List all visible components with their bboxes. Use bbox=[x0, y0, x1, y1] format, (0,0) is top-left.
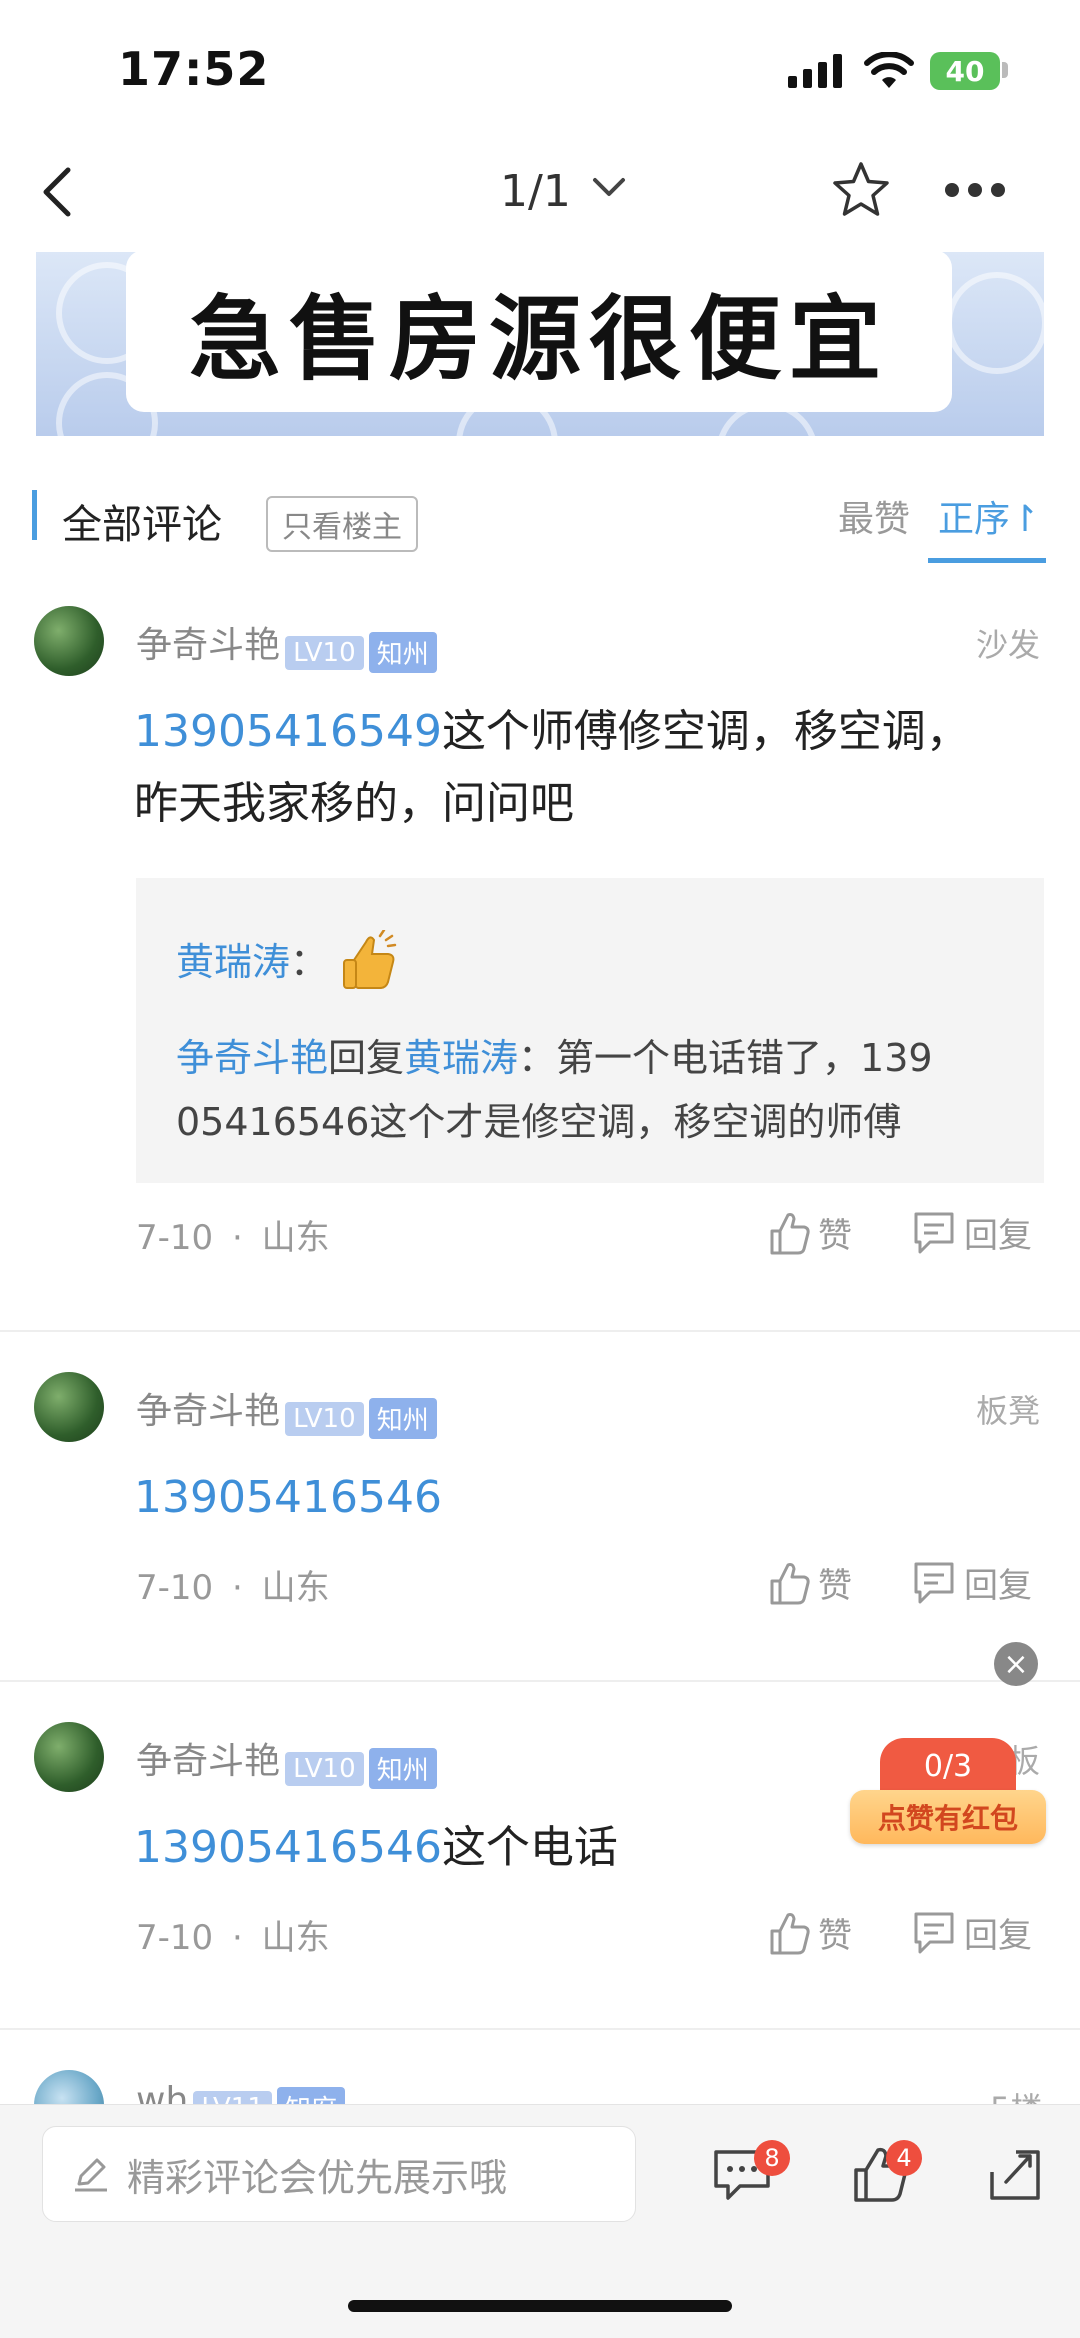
red-packet-label[interactable]: 点赞有红包 bbox=[850, 1790, 1046, 1844]
star-icon[interactable] bbox=[830, 160, 892, 220]
phone-link[interactable]: 13905416546 bbox=[134, 1472, 442, 1523]
share-icon[interactable] bbox=[986, 2146, 1042, 2204]
back-icon[interactable] bbox=[40, 166, 74, 218]
username[interactable]: 争奇斗艳 bbox=[136, 1741, 280, 1782]
comment-location: 山东 bbox=[261, 1568, 330, 1608]
comment-date: 7-10 bbox=[136, 1918, 214, 1958]
comment-count-badge: 8 bbox=[754, 2140, 790, 2176]
reply-label: 回复 bbox=[964, 1216, 1032, 1256]
like-button[interactable]: 赞 bbox=[768, 1558, 852, 1607]
floor-label: 沙发 bbox=[976, 626, 1041, 664]
reply-username[interactable]: 争奇斗艳 bbox=[176, 1036, 328, 1080]
comment-location: 山东 bbox=[261, 1918, 330, 1958]
comment-user-row: 争奇斗艳 LV10 知州 bbox=[136, 1732, 437, 1789]
pencil-icon bbox=[75, 2158, 107, 2192]
like-icon bbox=[770, 1562, 810, 1604]
divider bbox=[0, 1680, 1080, 1682]
close-icon[interactable]: × bbox=[994, 1642, 1038, 1686]
banner-title: 急售房源很便宜 bbox=[126, 250, 952, 412]
reply-label: 回复 bbox=[964, 1916, 1032, 1956]
comment-user-row: 争奇斗艳 LV10 知州 bbox=[136, 1382, 437, 1439]
reply-label: 回复 bbox=[964, 1566, 1032, 1606]
like-count-badge: 4 bbox=[886, 2140, 922, 2176]
reply-button[interactable]: 回复 bbox=[912, 1208, 1032, 1257]
comment-date: 7-10 bbox=[136, 1568, 214, 1608]
reply-button[interactable]: 回复 bbox=[912, 1908, 1032, 1957]
level-badge: LV10 bbox=[285, 635, 364, 670]
reply-text: ：第一个电话错了，139 bbox=[518, 1036, 933, 1080]
comment-date: 7-10 bbox=[136, 1218, 214, 1258]
page-indicator[interactable]: 1/1 bbox=[500, 166, 571, 217]
like-label: 赞 bbox=[818, 1566, 852, 1606]
rank-badge: 知州 bbox=[368, 1398, 437, 1439]
username[interactable]: 争奇斗艳 bbox=[136, 625, 280, 666]
divider bbox=[0, 1330, 1080, 1332]
sort-hot-tab[interactable]: 最赞 bbox=[838, 490, 910, 542]
banner-decoration bbox=[946, 272, 1044, 374]
more-icon[interactable] bbox=[944, 182, 1006, 198]
like-button[interactable]: 赞 bbox=[768, 1908, 852, 1957]
reply-mid: 回复 bbox=[328, 1036, 405, 1080]
battery-tip bbox=[1002, 62, 1008, 78]
reply-line: 黄瑞涛： bbox=[176, 930, 328, 994]
sort-asc-tab[interactable]: 正序↾ bbox=[938, 490, 1040, 542]
comment-text-rest: 这个电话 bbox=[441, 1822, 618, 1873]
signal-icon bbox=[788, 54, 842, 88]
comment-icon bbox=[914, 1912, 954, 1953]
comment-icon bbox=[914, 1212, 954, 1253]
like-icon bbox=[770, 1912, 810, 1954]
avatar[interactable] bbox=[34, 1372, 104, 1442]
section-title: 全部评论 bbox=[62, 502, 222, 548]
home-indicator bbox=[348, 2300, 732, 2312]
sort-active-indicator bbox=[928, 558, 1046, 563]
battery-indicator: 40 bbox=[930, 52, 1000, 90]
chevron-down-icon[interactable] bbox=[592, 176, 626, 198]
comment-text-line2: 昨天我家移的，问问吧 bbox=[134, 778, 574, 829]
meta-dot: · bbox=[231, 1918, 243, 1958]
comment-meta: 7-10 · 山东 bbox=[136, 1910, 330, 1959]
divider bbox=[0, 2028, 1080, 2030]
wifi-icon bbox=[864, 52, 914, 88]
reply-username[interactable]: 黄瑞涛 bbox=[176, 940, 290, 984]
status-time: 17:52 bbox=[118, 42, 270, 96]
level-badge: LV10 bbox=[285, 1751, 364, 1786]
comment-input[interactable]: 精彩评论会优先展示哦 bbox=[42, 2126, 636, 2222]
meta-dot: · bbox=[231, 1568, 243, 1608]
like-button[interactable]: 赞 bbox=[768, 1208, 852, 1257]
section-accent-bar bbox=[32, 490, 37, 540]
comment-meta: 7-10 · 山东 bbox=[136, 1560, 330, 1609]
reply-separator: ： bbox=[290, 940, 329, 984]
avatar[interactable] bbox=[34, 1722, 104, 1792]
reply-line: 争奇斗艳回复黄瑞涛：第一个电话错了，139 05416546这个才是修空调，移空… bbox=[176, 1026, 1006, 1154]
comment-text: 13905416546这个电话 bbox=[134, 1812, 618, 1884]
like-label: 赞 bbox=[818, 1916, 852, 1956]
phone-link[interactable]: 13905416546 bbox=[134, 1822, 442, 1873]
comment-icon bbox=[914, 1562, 954, 1603]
comment-text: 13905416546 bbox=[134, 1462, 442, 1534]
reply-target[interactable]: 黄瑞涛 bbox=[404, 1036, 518, 1080]
floor-label: 板凳 bbox=[976, 1392, 1041, 1430]
red-packet-count[interactable]: 0/3 bbox=[880, 1738, 1016, 1794]
comment-user-row: 争奇斗艳 LV10 知州 bbox=[136, 616, 437, 673]
only-op-button[interactable]: 只看楼主 bbox=[266, 496, 418, 552]
like-icon bbox=[770, 1212, 810, 1254]
comment-meta: 7-10 · 山东 bbox=[136, 1210, 330, 1259]
comment-input-placeholder: 精彩评论会优先展示哦 bbox=[127, 2155, 508, 2200]
like-label: 赞 bbox=[818, 1216, 852, 1256]
phone-link[interactable]: 13905416549 bbox=[134, 706, 442, 757]
thumbs-up-emoji-icon bbox=[343, 930, 397, 989]
meta-dot: · bbox=[231, 1218, 243, 1258]
rank-badge: 知州 bbox=[368, 1748, 437, 1789]
comment-text: 13905416549这个师傅修空调，移空调， 昨天我家移的，问问吧 bbox=[134, 696, 1014, 840]
username[interactable]: 争奇斗艳 bbox=[136, 1391, 280, 1432]
rank-badge: 知州 bbox=[368, 632, 437, 673]
reply-button[interactable]: 回复 bbox=[912, 1558, 1032, 1607]
level-badge: LV10 bbox=[285, 1401, 364, 1436]
comment-text-rest: 这个师傅修空调，移空调， bbox=[441, 706, 970, 757]
comment-location: 山东 bbox=[261, 1218, 330, 1258]
avatar[interactable] bbox=[34, 606, 104, 676]
reply-text-line2: 05416546这个才是修空调，移空调的师傅 bbox=[176, 1100, 902, 1144]
